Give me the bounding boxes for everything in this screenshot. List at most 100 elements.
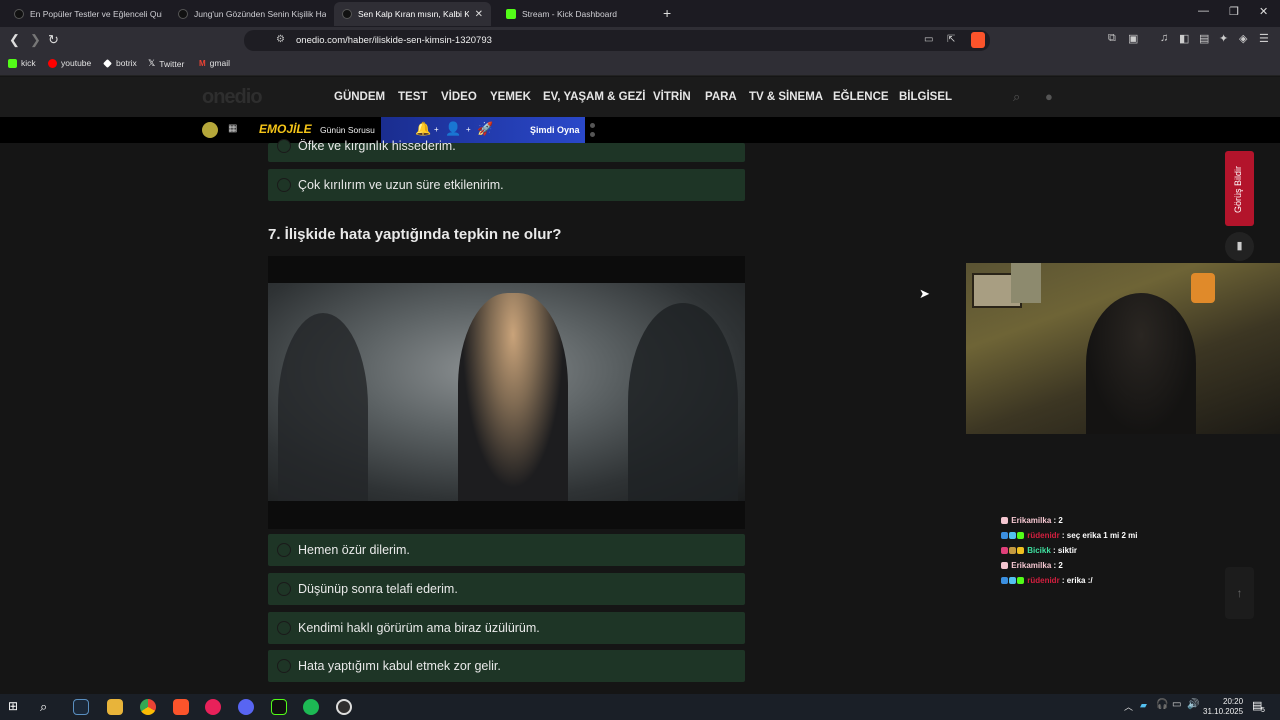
- file-explorer-icon[interactable]: [107, 699, 123, 715]
- kick-app-icon[interactable]: [271, 699, 287, 715]
- wall-poster: [1011, 263, 1041, 303]
- menu-video[interactable]: VİDEO: [441, 91, 477, 103]
- simdi-oyna-button[interactable]: Şimdi Oyna: [530, 125, 580, 135]
- gmail-icon: M: [199, 58, 206, 68]
- sidebar-icon[interactable]: ◧: [1179, 32, 1189, 45]
- bookmark-label: Twitter: [159, 58, 185, 69]
- menu-icon[interactable]: ☰: [1259, 32, 1269, 45]
- notification-count: 5: [1261, 707, 1265, 714]
- reader-icon[interactable]: ▣: [1128, 32, 1138, 45]
- quiz-option-3[interactable]: Kendimi haklı görürüm ama biraz üzülürüm…: [268, 612, 745, 644]
- brave-icon[interactable]: [173, 699, 189, 715]
- obs-icon[interactable]: [336, 699, 352, 715]
- tab-kick-dashboard[interactable]: Stream - Kick Dashboard: [498, 2, 654, 26]
- media-icon[interactable]: ♫: [1160, 32, 1168, 44]
- radio-circle-icon: [277, 621, 291, 635]
- scroll-to-top-button[interactable]: ↑: [1225, 567, 1254, 619]
- quiz-option-prev-2[interactable]: Çok kırılırım ve uzun süre etkilenirim.: [268, 169, 745, 201]
- emojile-logo[interactable]: EMOJİLE: [259, 122, 312, 136]
- system-clock[interactable]: 20:20 31.10.2025: [1203, 697, 1243, 717]
- tray-arrow-icon[interactable]: ︿: [1124, 700, 1133, 713]
- quiz-option-1[interactable]: Hemen özür dilerim.: [268, 534, 745, 566]
- tab-label: En Popüler Testler ve Eğlenceli Quizler: [30, 9, 162, 19]
- windows-taskbar: ⊞ ⌕ ︿ ▰ 🎧 ▭ 🔊 20:20 31.10.2025 ▤ 5: [0, 694, 1280, 720]
- leo-ai-icon[interactable]: ✦: [1219, 32, 1228, 45]
- onedio-favicon-icon: [342, 9, 352, 19]
- media-player-icon[interactable]: [205, 699, 221, 715]
- quiz-option-2[interactable]: Düşünüp sonra telafi ederim.: [268, 573, 745, 605]
- kick-favicon-icon: [506, 9, 516, 19]
- bookmark-kick[interactable]: kick: [8, 58, 36, 68]
- chat-badge-icon: [1001, 532, 1008, 540]
- cast-icon[interactable]: ▭: [924, 34, 933, 45]
- gorus-bildir-button[interactable]: Görüş Bildir: [1225, 151, 1254, 226]
- search-icon[interactable]: ⌕: [1013, 89, 1020, 105]
- discord-icon[interactable]: [238, 699, 254, 715]
- forward-icon[interactable]: ❯: [30, 32, 41, 48]
- volume-icon[interactable]: 🔊: [1187, 699, 1199, 710]
- restore-icon[interactable]: ❐: [1229, 5, 1239, 18]
- chat-badge-icon: [1001, 577, 1008, 585]
- reload-icon[interactable]: ↻: [48, 32, 59, 48]
- headset-icon[interactable]: 🎧: [1156, 699, 1168, 710]
- chat-badge-icon: [1017, 577, 1024, 585]
- question-title: 7. İlişkide hata yaptığında tepkin ne ol…: [268, 226, 562, 243]
- bookmark-botrix[interactable]: botrix: [103, 58, 137, 68]
- woman-figure: [458, 293, 568, 501]
- brave-shield-icon[interactable]: [971, 32, 985, 48]
- question-video[interactable]: [268, 256, 745, 529]
- search-icon[interactable]: ⌕: [40, 699, 56, 715]
- tab-jung[interactable]: Jung'un Gözünden Senin Kişilik Haritan: [170, 2, 326, 26]
- menu-eglence[interactable]: EĞLENCE: [833, 91, 889, 103]
- rocket-emoji-icon: 🚀: [477, 121, 494, 136]
- menu-tv-sinema[interactable]: TV & SİNEMA: [749, 91, 823, 103]
- chat-message: Bicikk : siktir: [1001, 546, 1241, 561]
- site-logo[interactable]: onedio: [202, 86, 263, 109]
- windows-start-icon[interactable]: ⊞: [8, 699, 24, 715]
- quiz-option-prev-1[interactable]: Öfke ve kırgınlık hissederim.: [268, 139, 745, 162]
- games-icon[interactable]: [202, 122, 218, 138]
- menu-para[interactable]: PARA: [705, 91, 737, 103]
- bookmark-youtube[interactable]: youtube: [48, 58, 91, 68]
- tab-kalp-kiran[interactable]: Sen Kalp Kıran mısın, Kalbi Kırılan mı? …: [334, 2, 491, 26]
- save-bookmark-icon[interactable]: ▮: [1225, 232, 1254, 261]
- radio-circle-icon: [277, 178, 291, 192]
- extensions-icon[interactable]: ⧉: [1108, 32, 1116, 45]
- user-icon[interactable]: ●: [1045, 89, 1053, 104]
- menu-ev-yasam-gezi[interactable]: EV, YAŞAM & GEZİ: [543, 91, 645, 103]
- bookmark-gmail[interactable]: M gmail: [199, 58, 230, 68]
- address-bar[interactable]: ⚙ onedio.com/haber/iliskide-sen-kimsin-1…: [244, 30, 990, 51]
- menu-test[interactable]: TEST: [398, 91, 427, 103]
- carousel-dot[interactable]: [590, 123, 595, 128]
- spotify-icon[interactable]: [303, 699, 319, 715]
- network-icon[interactable]: ▭: [1172, 699, 1181, 710]
- wallet-icon[interactable]: ▤: [1199, 32, 1209, 45]
- chat-badge-icon: [1001, 547, 1008, 555]
- video-frame: [268, 283, 745, 501]
- site-info-icon[interactable]: ⚙: [276, 34, 285, 45]
- bookmark-twitter[interactable]: 𝕏 Twitter: [148, 58, 184, 69]
- menu-bilgisel[interactable]: BİLGİSEL: [899, 91, 952, 103]
- carousel-dot[interactable]: [590, 132, 595, 137]
- back-icon[interactable]: ❮: [9, 32, 20, 48]
- share-icon[interactable]: ⇱: [947, 34, 955, 45]
- close-tab-icon[interactable]: ✕: [469, 9, 483, 20]
- tab-populer-testler[interactable]: En Popüler Testler ve Eğlenceli Quizler: [6, 2, 162, 26]
- close-window-icon[interactable]: ✕: [1259, 5, 1268, 18]
- crowd-figure: [628, 303, 738, 501]
- new-tab-icon[interactable]: +: [663, 5, 671, 21]
- bookmarks-bar: kick youtube botrix 𝕏 Twitter M gmail: [0, 54, 1280, 76]
- menu-gundem[interactable]: GÜNDEM: [334, 91, 385, 103]
- minimize-icon[interactable]: —: [1198, 5, 1209, 17]
- chrome-icon[interactable]: [140, 699, 156, 715]
- menu-yemek[interactable]: YEMEK: [490, 91, 531, 103]
- radio-circle-icon: [277, 543, 291, 557]
- quiz-option-4[interactable]: Hata yaptığımı kabul etmek zor gelir.: [268, 650, 745, 682]
- menu-vitrin[interactable]: VİTRİN: [653, 91, 691, 103]
- person-emoji-icon: 👤: [445, 121, 462, 136]
- vpn-icon[interactable]: ◈: [1239, 32, 1247, 45]
- controller-icon[interactable]: ▦: [228, 123, 237, 134]
- steam-icon[interactable]: [73, 699, 89, 715]
- tray-app-icon[interactable]: ▰: [1140, 700, 1147, 711]
- radio-circle-icon: [277, 582, 291, 596]
